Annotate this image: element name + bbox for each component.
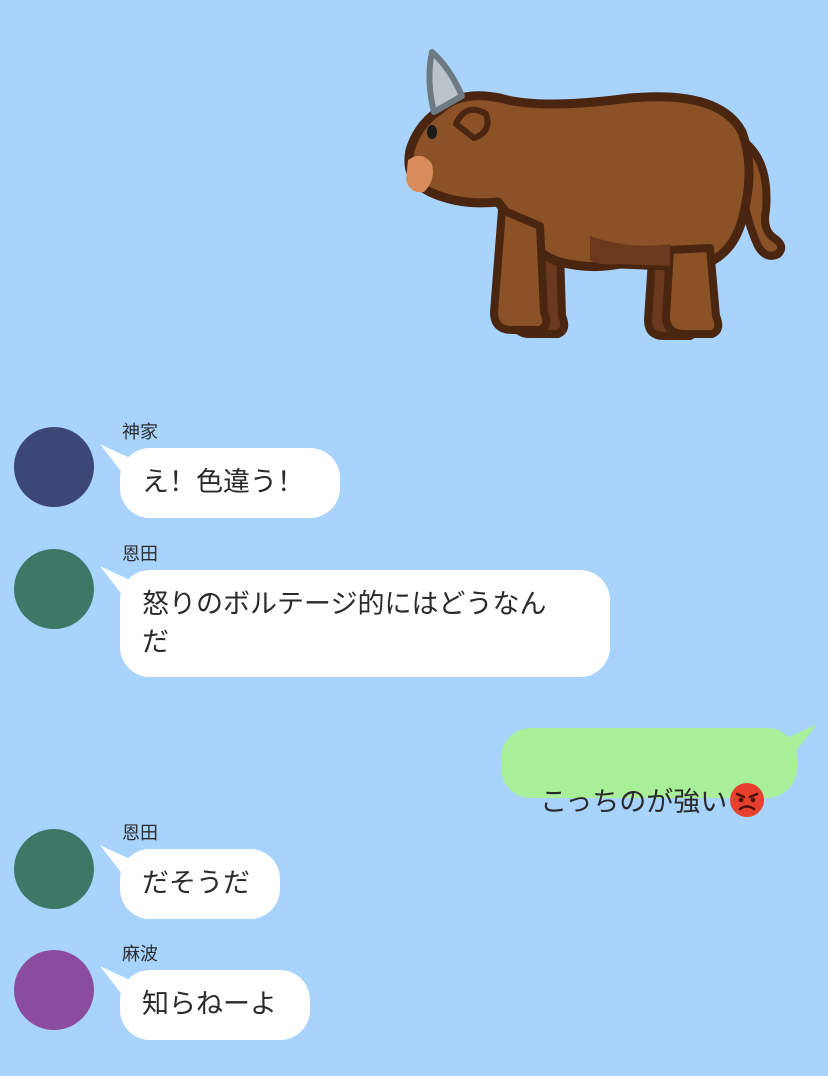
sender-name: 麻波 — [122, 944, 158, 965]
sender-name: 恩田 — [122, 823, 158, 844]
message-text: こっちのが強い — [540, 787, 728, 818]
message-bubble[interactable]: え！色違う！ — [120, 448, 340, 518]
avatar[interactable] — [14, 427, 94, 507]
angry-face-icon — [730, 783, 765, 817]
message-bubble[interactable]: 知らねーよ — [120, 970, 310, 1040]
sender-name: 恩田 — [122, 544, 158, 565]
outgoing-message-bubble[interactable]: こっちのが強い — [501, 728, 797, 818]
message-bubble[interactable]: 怒りのボルテージ的にはどうなん だ — [120, 570, 610, 677]
cow-sticker-icon[interactable] — [390, 40, 800, 350]
avatar[interactable] — [14, 549, 94, 629]
avatar[interactable] — [14, 829, 94, 909]
sender-name: 神家 — [122, 422, 158, 443]
message-bubble[interactable]: だそうだ — [120, 849, 280, 919]
avatar[interactable] — [14, 950, 94, 1030]
